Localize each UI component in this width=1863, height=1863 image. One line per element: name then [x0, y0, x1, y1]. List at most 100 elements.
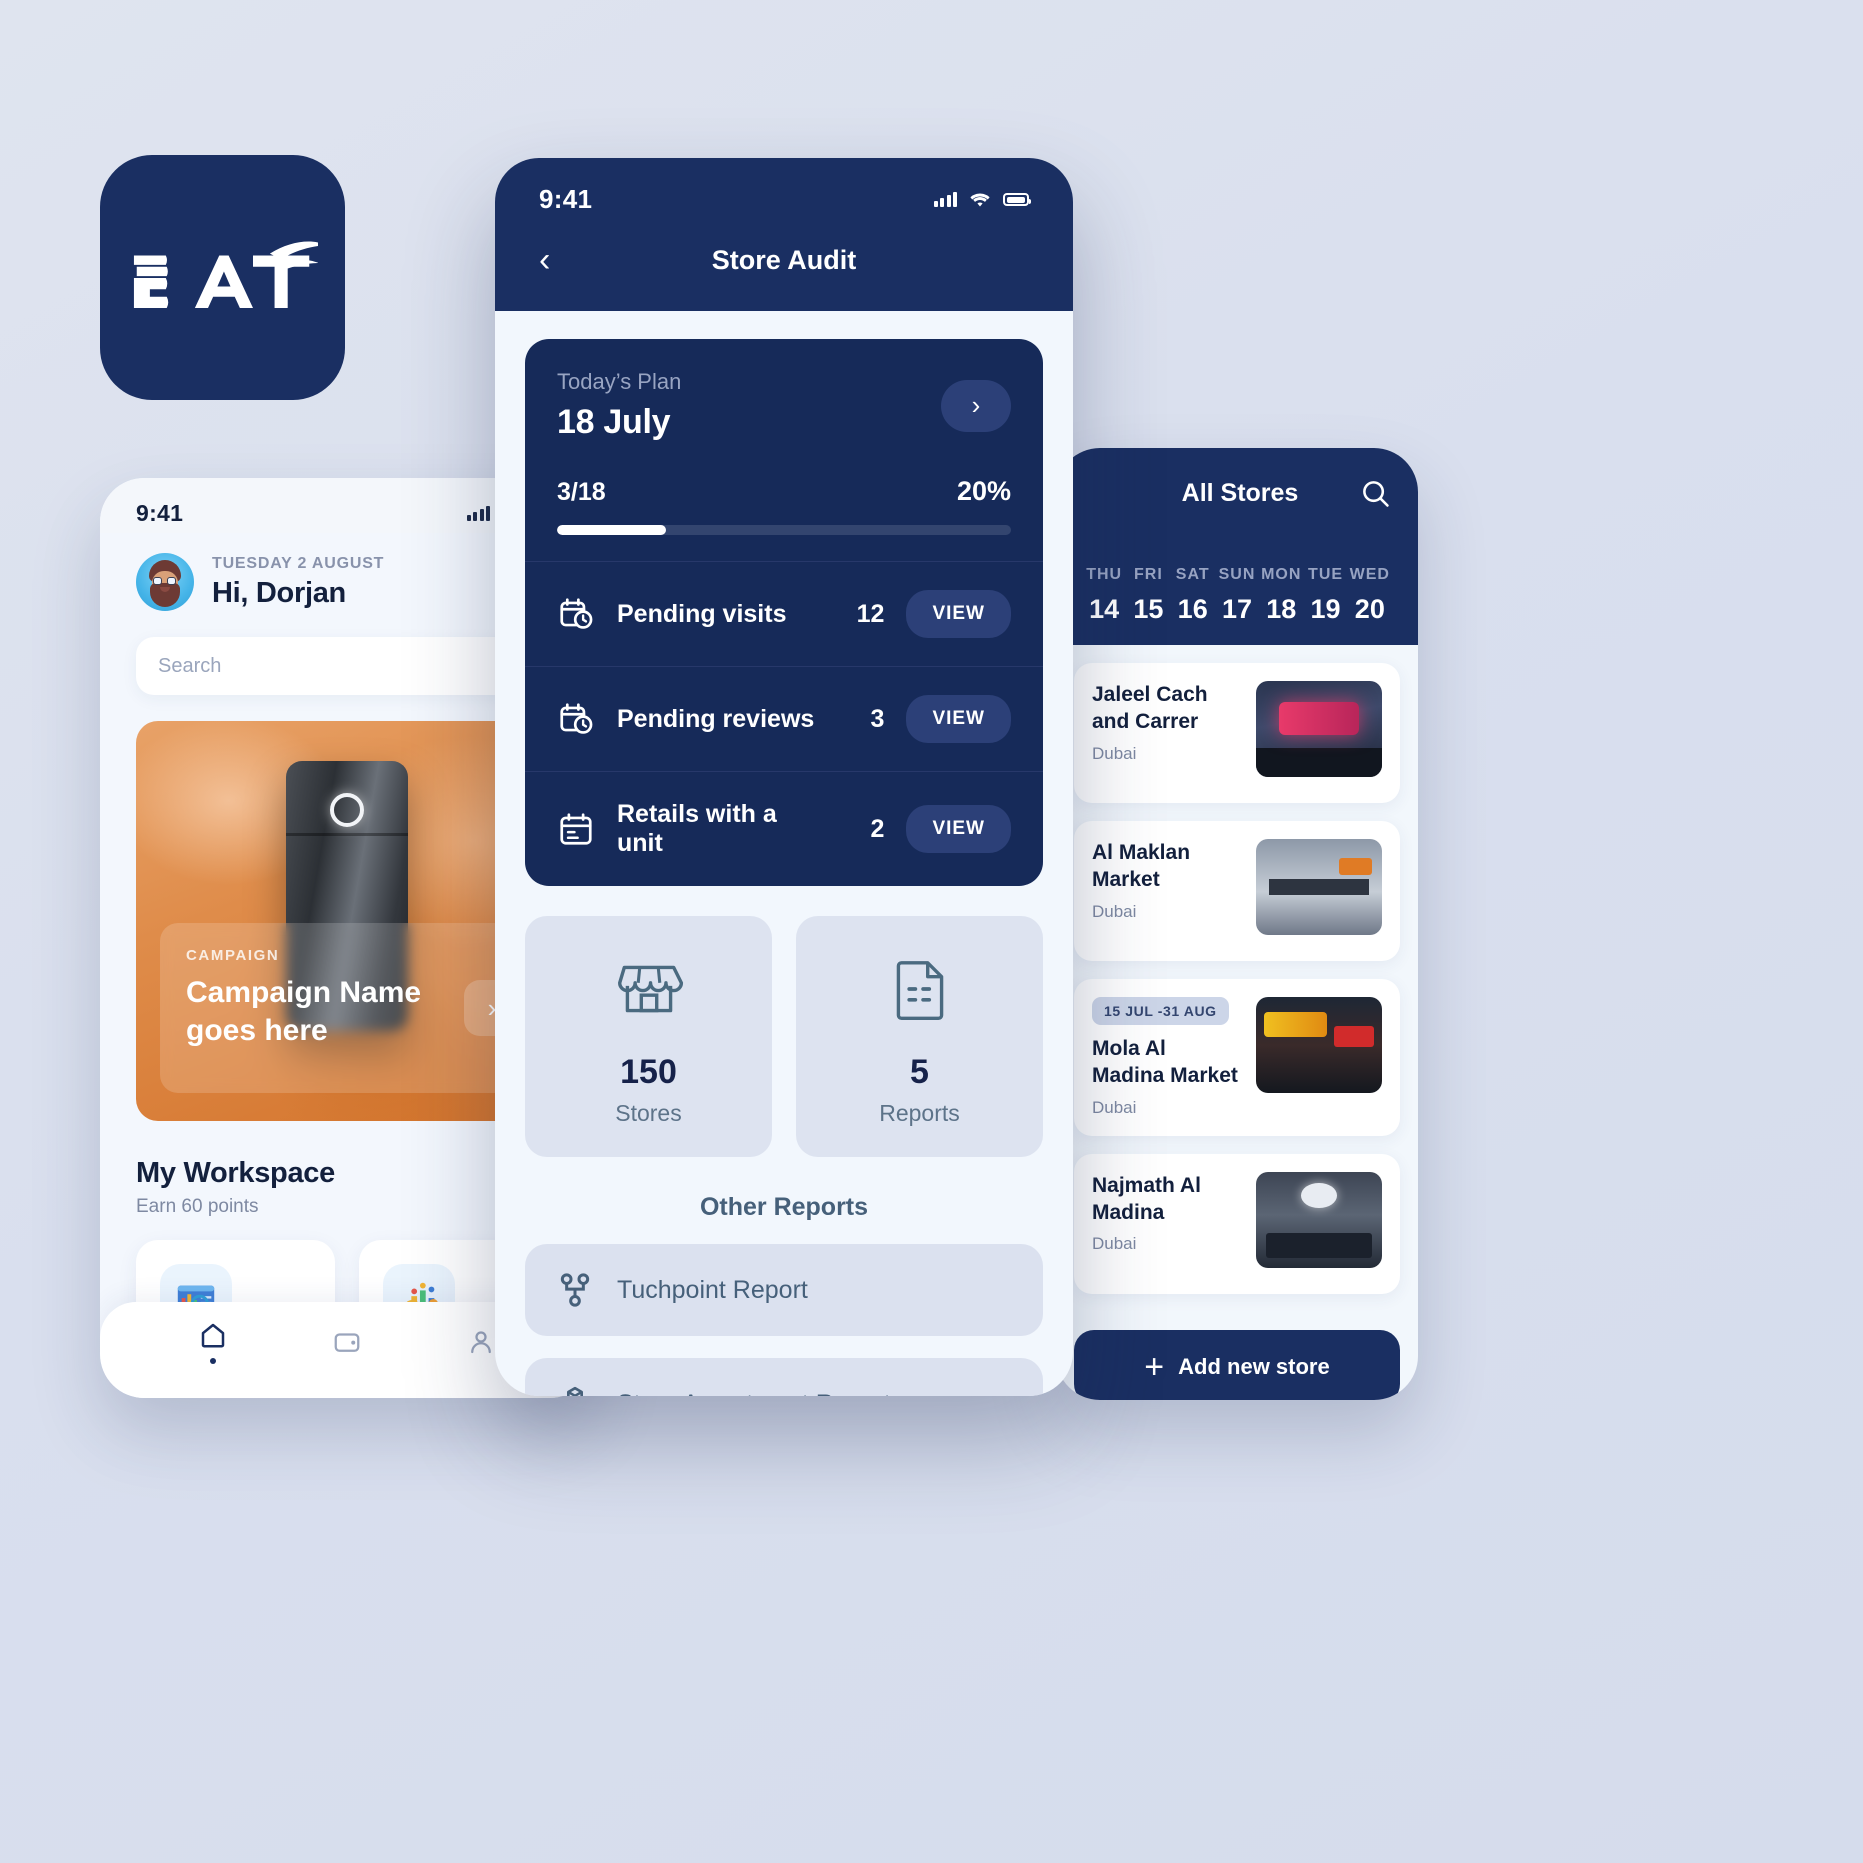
plan-fraction: 3/18	[557, 478, 606, 506]
add-new-store-label: Add new store	[1178, 1354, 1330, 1379]
report-row-store-assortment[interactable]: Store Assortment Report	[525, 1358, 1043, 1396]
date-strip: THU 14 FRI 15 SAT 16 SUN 17 MON 18 TUE 1…	[1082, 566, 1392, 625]
date-dow: TUE	[1308, 566, 1344, 583]
date-item[interactable]: WED 20	[1348, 566, 1392, 625]
avatar[interactable]	[136, 553, 194, 611]
date-item[interactable]: MON 18	[1259, 566, 1303, 625]
date-item[interactable]: FRI 15	[1126, 566, 1170, 625]
plan-item-retails-with-a-unit[interactable]: Retails with a unit 2 VIEW	[525, 771, 1043, 886]
store-list-item[interactable]: Al Maklan Market Dubai	[1074, 821, 1400, 961]
document-icon	[896, 961, 943, 1020]
add-new-store-button[interactable]: + Add new store	[1074, 1330, 1400, 1400]
store-list-item[interactable]: Jaleel Cach and Carrer Dubai	[1074, 663, 1400, 803]
plus-icon: +	[1144, 1348, 1165, 1386]
calendar-clock-icon	[560, 703, 593, 734]
all-stores-title: All Stores	[1181, 478, 1299, 507]
store-thumbnail	[1256, 681, 1382, 777]
date-item[interactable]: SUN 17	[1215, 566, 1259, 625]
date-item[interactable]: TUE 19	[1303, 566, 1347, 625]
date-dow: THU	[1086, 566, 1123, 583]
wifi-icon	[968, 191, 992, 209]
store-list-item[interactable]: Najmath Al Madina Dubai	[1074, 1153, 1400, 1294]
date-dow: WED	[1349, 566, 1390, 583]
tile-label: Reports	[879, 1100, 960, 1126]
person-icon	[471, 1331, 491, 1354]
home-icon	[201, 1323, 225, 1348]
workspace-title: My Workspace	[136, 1157, 335, 1189]
nav-bar: ‹ Store Audit	[495, 215, 1073, 311]
plan-label: Today’s Plan	[557, 369, 682, 394]
plan-item-view-button[interactable]: VIEW	[906, 695, 1011, 743]
plan-progress-meta: 3/18 20%	[557, 476, 1011, 507]
store-city: Dubai	[1092, 901, 1137, 921]
store-list: Jaleel Cach and Carrer Dubai Al Maklan M…	[1056, 645, 1418, 1294]
store-city: Dubai	[1092, 1097, 1137, 1117]
plan-item-count: 2	[870, 814, 885, 843]
all-stores-header: All Stores THU 14 FRI 15 SAT 16 SUN 17 M…	[1056, 448, 1418, 645]
store-thumbnail	[1256, 839, 1382, 935]
plan-forward-button[interactable]: ›	[941, 379, 1011, 432]
store-thumbnail	[1256, 1171, 1382, 1268]
date-item[interactable]: THU 14	[1082, 566, 1126, 625]
plan-item-pending-reviews[interactable]: Pending reviews 3 VIEW	[525, 666, 1043, 771]
report-row-tuchpoint[interactable]: Tuchpoint Report	[525, 1244, 1043, 1336]
tab-wallet[interactable]	[332, 1327, 362, 1357]
plan-item-label: Pending visits	[617, 599, 787, 628]
plan-item-label: Pending reviews	[617, 704, 815, 733]
tab-home[interactable]	[198, 1320, 228, 1364]
plan-item-pending-visits[interactable]: Pending visits 12 VIEW	[525, 561, 1043, 666]
store-name: Jaleel Cach and Carrer	[1092, 683, 1208, 734]
phone-store-audit-screen: 9:41 ‹ Store Audit Today’s Plan 18 July	[495, 158, 1073, 1396]
tile-label: Stores	[615, 1100, 682, 1126]
status-icons	[933, 191, 1031, 209]
plan-item-count: 12	[856, 599, 885, 628]
store-list-item[interactable]: 15 JUL -31 AUG Mola Al Madina Market Dub…	[1074, 979, 1400, 1136]
plan-date: 18 July	[557, 403, 671, 441]
search-icon[interactable]	[1358, 476, 1392, 510]
wallet-icon	[334, 1333, 360, 1352]
date-dow: MON	[1261, 566, 1302, 583]
plan-item-view-button[interactable]: VIEW	[906, 805, 1011, 853]
store-city: Dubai	[1092, 1234, 1137, 1254]
campaign-title: Campaign Name goes here	[186, 976, 422, 1048]
date-dow: FRI	[1134, 566, 1163, 583]
date-num: 17	[1221, 594, 1252, 624]
active-tab-dot	[210, 1358, 216, 1364]
calendar-icon	[560, 813, 592, 845]
date-item[interactable]: SAT 16	[1171, 566, 1215, 625]
tile-reports[interactable]: 5 Reports	[796, 916, 1043, 1157]
search-input[interactable]	[158, 654, 500, 678]
store-date-badge: 15 JUL -31 AUG	[1092, 997, 1229, 1025]
tab-profile[interactable]	[466, 1327, 496, 1357]
status-time: 9:41	[539, 184, 593, 214]
back-button[interactable]: ‹	[539, 243, 579, 277]
other-reports-heading: Other Reports	[699, 1193, 869, 1221]
date-dow: SUN	[1218, 566, 1256, 583]
page-title: Store Audit	[711, 244, 857, 275]
bat-logo-icon	[133, 241, 318, 308]
tile-stores[interactable]: 150 Stores	[525, 916, 772, 1157]
bat-logo-tile	[100, 155, 345, 400]
date-num: 14	[1089, 594, 1120, 624]
plan-item-view-button[interactable]: VIEW	[906, 590, 1011, 638]
boxes-icon	[567, 1386, 583, 1396]
calendar-clock-icon	[560, 598, 593, 629]
status-time: 9:41	[136, 500, 184, 526]
store-name: Al Maklan Market	[1092, 841, 1191, 892]
store-name: Najmath Al Madina	[1092, 1173, 1201, 1224]
date-num: 20	[1354, 594, 1385, 624]
date-dow: SAT	[1175, 566, 1210, 583]
report-label: Tuchpoint Report	[617, 1275, 808, 1304]
plan-progress-bar	[557, 525, 1011, 535]
battery-icon	[1003, 193, 1031, 206]
date-num: 19	[1310, 594, 1341, 624]
phone-all-stores-screen: All Stores THU 14 FRI 15 SAT 16 SUN 17 M…	[1056, 448, 1418, 1400]
store-thumbnail	[1256, 997, 1382, 1093]
campaign-kicker: CAMPAIGN	[186, 947, 280, 964]
todays-plan-card: Today’s Plan 18 July › 3/18 20% Pending …	[525, 339, 1043, 886]
greeting-date: TUESDAY 2 AUGUST	[212, 554, 385, 572]
date-num: 15	[1133, 594, 1164, 624]
plan-header: Today’s Plan 18 July › 3/18 20%	[525, 339, 1043, 561]
signal-icon	[933, 192, 957, 207]
campaign-overlay: CAMPAIGN Campaign Name goes here ›	[160, 923, 538, 1093]
